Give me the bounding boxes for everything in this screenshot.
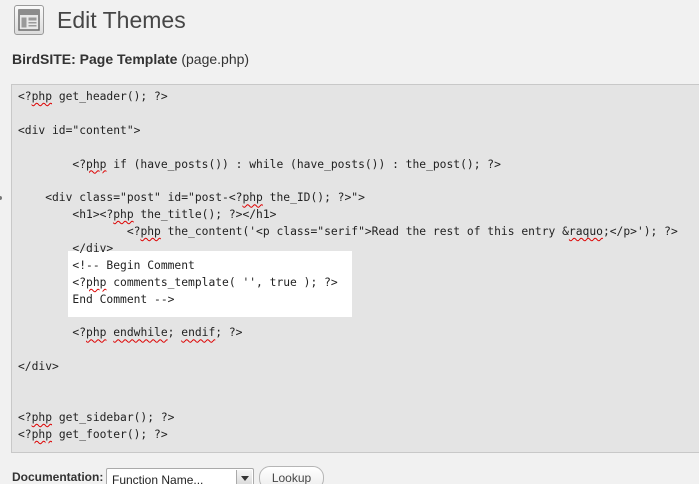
code-line: <h1><?php the_title(); ?></h1>	[18, 208, 277, 222]
chevron-down-icon[interactable]	[236, 470, 252, 484]
page-header: Edit Themes	[0, 0, 699, 42]
code-line: <div id="content">	[18, 123, 141, 137]
code-line: <?php get_header(); ?>	[18, 90, 168, 103]
documentation-label: Documentation:	[12, 470, 104, 484]
template-file-name: (page.php)	[181, 51, 250, 67]
code-line: <?php the_content('<p class="serif">Read…	[18, 225, 678, 239]
code-line: <?php if (have_posts()) : while (have_po…	[18, 157, 501, 171]
code-line: </div>	[18, 360, 59, 374]
template-subtitle: BirdSITE: Page Template (page.php)	[12, 50, 249, 68]
function-name-select[interactable]: Function Name...	[106, 468, 254, 484]
edit-themes-page: Edit Themes BirdSITE: Page Template (pag…	[0, 0, 699, 484]
code-line: <?php get_footer(); ?>	[18, 427, 168, 441]
page-title: Edit Themes	[57, 7, 186, 33]
code-line: <?php endwhile; endif; ?>	[18, 326, 243, 340]
lookup-button[interactable]: Lookup	[259, 466, 324, 484]
template-code-editor[interactable]: <?php get_header(); ?> <div id="content"…	[11, 84, 699, 453]
template-name: BirdSITE: Page Template	[12, 51, 178, 67]
code-line: </div>	[18, 242, 114, 256]
code-line: <?php get_sidebar(); ?>	[18, 410, 175, 424]
resize-handle	[0, 196, 2, 200]
documentation-row: Documentation: Function Name... Lookup	[12, 466, 699, 484]
code-line: <?php comments_template( '', true ); ?>	[18, 275, 338, 289]
appearance-icon	[14, 5, 44, 35]
function-name-select-value: Function Name...	[112, 473, 204, 484]
code-line: End Comment -->	[18, 292, 175, 306]
code-line: <div class="post" id="post-<?php the_ID(…	[18, 191, 365, 205]
code-text[interactable]: <?php get_header(); ?> <div id="content"…	[18, 89, 678, 444]
code-line: <!-- Begin Comment	[18, 258, 195, 272]
